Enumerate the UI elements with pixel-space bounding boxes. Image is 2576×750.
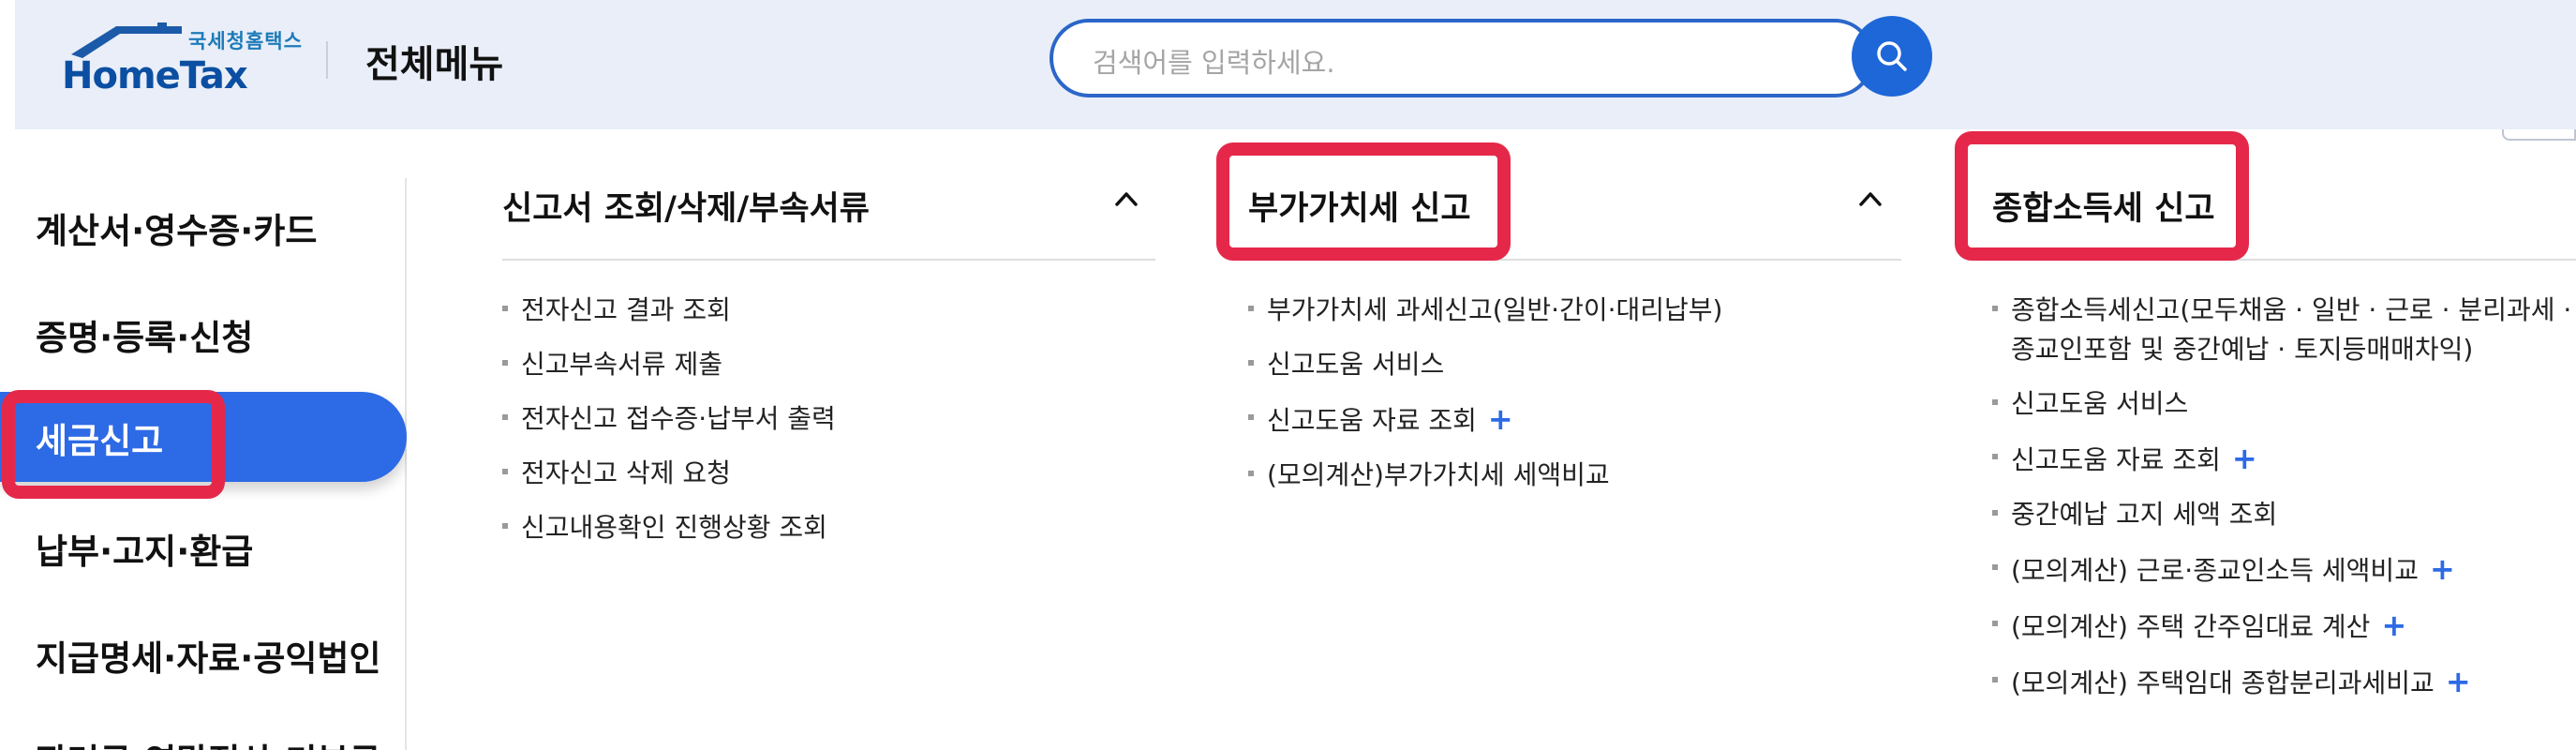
chevron-up-icon[interactable]: [1857, 186, 1884, 212]
menu-item[interactable]: 부가가치세 과세신고(일반·간이·대리납부): [1248, 291, 1722, 330]
menu-item-label: (모의계산) 주택임대 종합분리과세비교: [2011, 668, 2435, 698]
menu-item-label: 신고부속서류 제출: [521, 349, 722, 380]
menu-item[interactable]: (모의계산) 주택임대 종합분리과세비교 +: [1992, 662, 2571, 703]
menu-list: 부가가치세 과세신고(일반·간이·대리납부) 신고도움 서비스 신고도움 자료 …: [1248, 291, 1722, 510]
column-header[interactable]: 신고서 조회/삭제/부속서류: [502, 141, 1155, 261]
menu-item[interactable]: 신고도움 자료 조회 +: [1992, 439, 2571, 480]
highlight-box: [1216, 142, 1511, 261]
menu-list: 전자신고 결과 조회 신고부속서류 제출 전자신고 접수증·납부서 출력 전자신…: [502, 291, 836, 562]
menu-item-label: 신고도움 자료 조회: [2011, 444, 2221, 475]
menu-item[interactable]: 신고도움 자료 조회 +: [1248, 399, 1722, 441]
menu-item-label: (모의계산) 근로·종교인소득 세액비교: [2011, 555, 2419, 586]
menu-item-label: 신고내용확인 진행상황 조회: [521, 512, 827, 543]
sidebar-item-incentive[interactable]: 장려금·연말정산·기부금: [36, 733, 381, 750]
menu-item-label: 신고도움 서비스: [2011, 388, 2189, 419]
page-title: 전체메뉴: [365, 43, 504, 86]
chevron-up-icon[interactable]: [1113, 186, 1139, 212]
expand-plus-icon[interactable]: +: [1488, 401, 1513, 437]
header: 국세청홈택스 HomeTax 전체메뉴 검색어를 입력하세요.: [15, 0, 2576, 129]
menu-item-label: 중간예납 고지 세액 조회: [2011, 499, 2278, 530]
menu-item[interactable]: 종합소득세신고(모두채움 · 일반 · 근로 · 분리과세 · 종교인포함 및 …: [1992, 291, 2571, 369]
logo-wordmark: HomeTax: [62, 54, 248, 98]
menu-item[interactable]: 전자신고 삭제 요청: [502, 454, 836, 493]
menu-item[interactable]: 신고내용확인 진행상황 조회: [502, 508, 836, 548]
header-divider: [326, 41, 328, 79]
menu-item-label: 전자신고 삭제 요청: [521, 458, 731, 488]
sidebar-item-payment[interactable]: 납부·고지·환급: [36, 523, 253, 574]
sidebar-item-invoice[interactable]: 계산서·영수증·카드: [36, 202, 317, 253]
menu-item[interactable]: (모의계산) 주택 간주임대료 계산 +: [1992, 606, 2571, 647]
search-icon: [1877, 41, 1907, 71]
menu-item-label: 신고도움 자료 조회: [1267, 405, 1477, 436]
menu-item[interactable]: 중간예납 고지 세액 조회: [1992, 495, 2571, 534]
menu-item-label: 전자신고 결과 조회: [521, 294, 731, 325]
menu-item-label: (모의계산)부가가치세 세액비교: [1267, 459, 1610, 490]
logo-subtitle: 국세청홈택스: [188, 30, 303, 52]
menu-item[interactable]: 신고도움 서비스: [1248, 345, 1722, 384]
expand-plus-icon[interactable]: +: [2430, 551, 2455, 587]
menu-item[interactable]: (모의계산) 근로·종교인소득 세액비교 +: [1992, 549, 2571, 591]
menu-item-label-line2: 종교인포함 및 중간예납 · 토지등매매차익): [2011, 334, 2474, 365]
expand-plus-icon[interactable]: +: [2232, 441, 2257, 476]
header-corner-tab: [2502, 129, 2576, 141]
menu-item[interactable]: 신고부속서류 제출: [502, 345, 836, 384]
menu-item[interactable]: 신고도움 서비스: [1992, 384, 2571, 424]
sidebar-item-statement[interactable]: 지급명세·자료·공익법인: [36, 630, 381, 681]
menu-item-label: 부가가치세 과세신고(일반·간이·대리납부): [1267, 294, 1723, 325]
search-placeholder: 검색어를 입력하세요.: [1093, 47, 1335, 79]
expand-plus-icon[interactable]: +: [2381, 608, 2406, 643]
search-input[interactable]: 검색어를 입력하세요.: [1050, 19, 1874, 98]
menu-item[interactable]: 전자신고 결과 조회: [502, 291, 836, 330]
menu-item-label: (모의계산) 주택 간주임대료 계산: [2011, 611, 2371, 642]
hometax-logo[interactable]: 국세청홈택스 HomeTax: [62, 19, 305, 103]
search-button[interactable]: [1852, 16, 1932, 97]
sidebar-item-certificate[interactable]: 증명·등록·신청: [36, 309, 253, 360]
menu-item-label: 신고도움 서비스: [1267, 349, 1445, 380]
expand-plus-icon[interactable]: +: [2446, 664, 2471, 699]
menu-list: 종합소득세신고(모두채움 · 일반 · 근로 · 분리과세 · 종교인포함 및 …: [1992, 291, 2571, 718]
column-title: 신고서 조회/삭제/부속서류: [502, 190, 870, 228]
menu-item-label: 종합소득세신고(모두채움 · 일반 · 근로 · 분리과세 ·: [2011, 294, 2572, 325]
menu-item[interactable]: 전자신고 접수증·납부서 출력: [502, 399, 836, 439]
highlight-box: [1955, 131, 2249, 261]
menu-item-label: 전자신고 접수증·납부서 출력: [521, 403, 836, 434]
menu-item[interactable]: (모의계산)부가가치세 세액비교: [1248, 456, 1722, 495]
highlight-box: [2, 390, 225, 499]
